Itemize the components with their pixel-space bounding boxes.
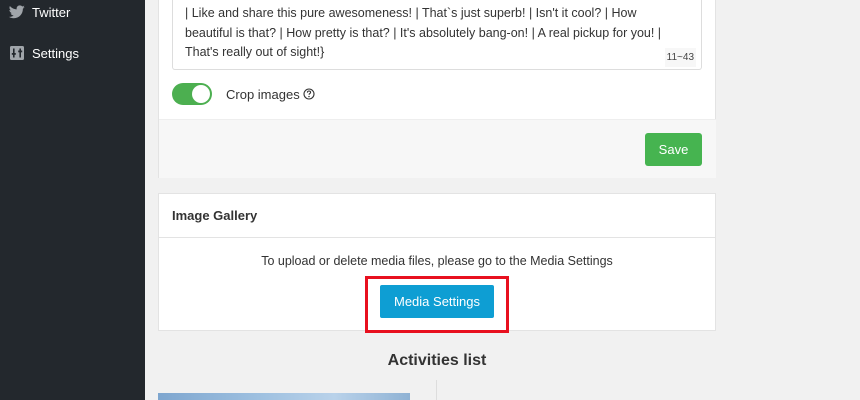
settings-icon [9, 45, 25, 61]
column-divider [436, 380, 437, 400]
sidebar-item-twitter[interactable]: Twitter [0, 0, 145, 29]
crop-images-label: Crop images [226, 86, 300, 102]
sidebar-item-label: Twitter [32, 4, 71, 20]
settings-card: | Like and share this pure awesomeness! … [158, 0, 716, 178]
crop-images-row: Crop images [172, 82, 315, 106]
sidebar-item-label: Settings [32, 45, 79, 61]
sidebar-item-settings[interactable]: Settings [0, 36, 145, 70]
image-gallery-title: Image Gallery [159, 194, 715, 238]
textarea-line: | Like and share this pure awesomeness! … [185, 6, 637, 20]
gallery-description: To upload or delete media files, please … [261, 254, 613, 268]
toggle-knob [192, 85, 210, 103]
crop-images-toggle[interactable] [172, 83, 212, 105]
main-content: | Like and share this pure awesomeness! … [145, 0, 860, 400]
help-icon[interactable] [303, 88, 315, 100]
settings-card-footer: Save [159, 119, 716, 178]
textarea-line: That's really out of sight!} [185, 45, 325, 59]
twitter-icon [9, 4, 25, 20]
char-counter: 11~43 [664, 47, 696, 67]
activities-list-title: Activities list [387, 352, 487, 369]
image-gallery-card: Image Gallery To upload or delete media … [158, 193, 716, 333]
admin-sidebar: Twitter Settings [0, 0, 145, 400]
message-textarea[interactable]: | Like and share this pure awesomeness! … [172, 0, 702, 70]
save-button[interactable]: Save [645, 133, 702, 166]
textarea-line: beautiful is that? | How pretty is that?… [185, 25, 662, 40]
activity-thumbnail[interactable] [158, 393, 410, 400]
media-settings-button[interactable]: Media Settings [380, 285, 494, 318]
